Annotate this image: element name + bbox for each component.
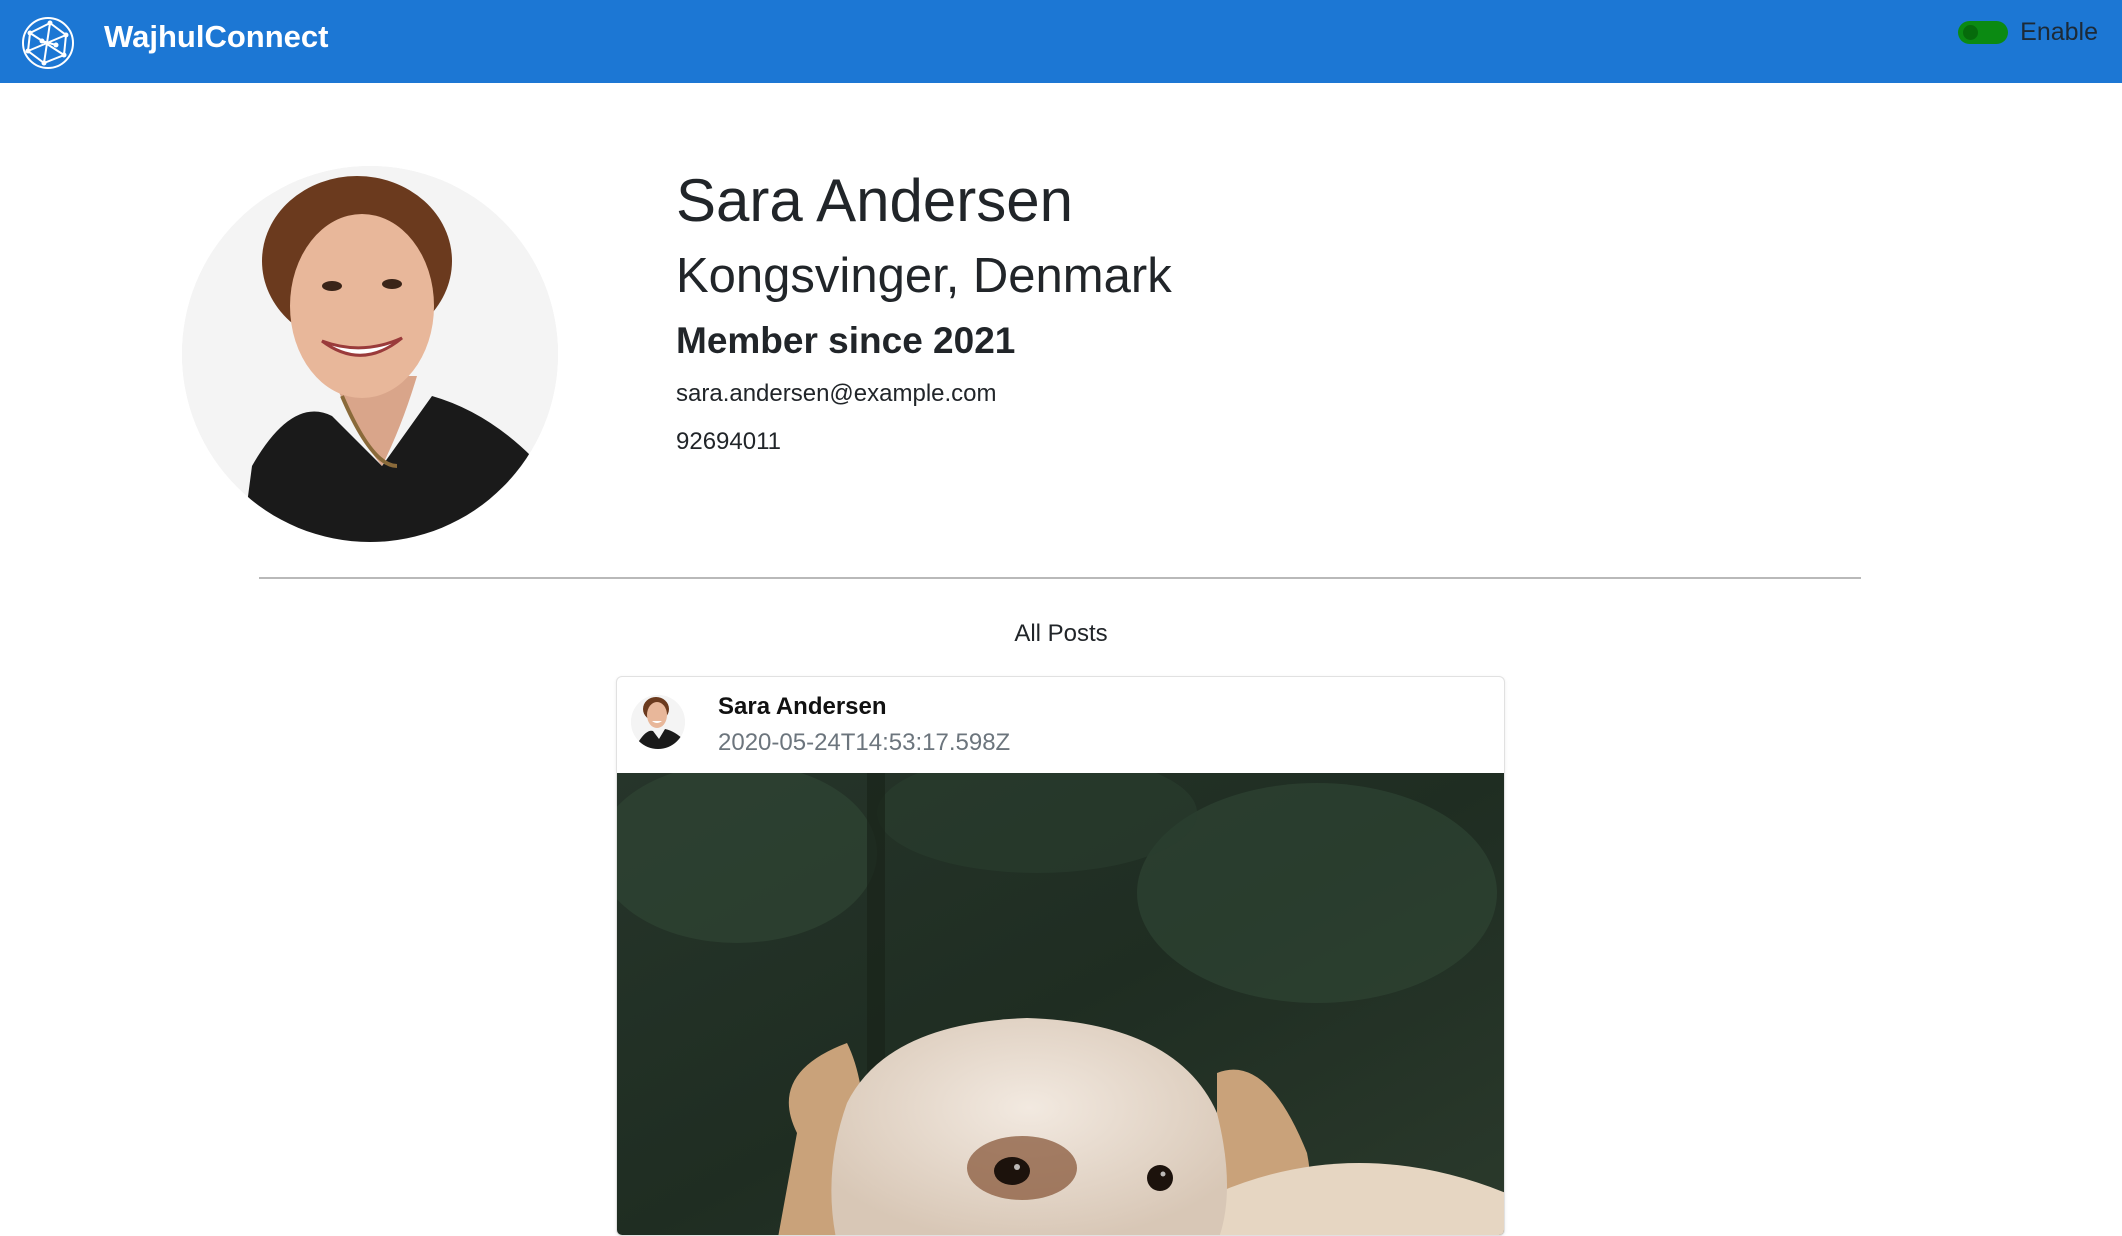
member-since: Member since 2021 — [676, 320, 1016, 361]
enable-toggle[interactable] — [1958, 20, 2009, 44]
enable-toggle-group[interactable]: Enable — [1958, 17, 2098, 47]
top-navbar: WajhulConnect Enable — [0, 0, 2122, 83]
profile-name: Sara Andersen — [676, 167, 1073, 234]
post-image[interactable] — [617, 773, 1504, 1235]
profile-email: sara.andersen@example.com — [676, 380, 997, 407]
profile-avatar — [182, 166, 558, 542]
toggle-knob — [1963, 24, 1979, 40]
profile-location: Kongsvinger, Denmark — [676, 249, 1172, 303]
enable-toggle-label[interactable]: Enable — [2020, 17, 2098, 47]
brand-name[interactable]: WajhulConnect — [104, 19, 328, 55]
post-author-photo — [631, 695, 685, 749]
post-author-name[interactable]: Sara Andersen — [718, 692, 887, 722]
profile-phone: 92694011 — [676, 428, 781, 455]
globe-network-icon[interactable] — [20, 15, 76, 71]
section-divider — [259, 577, 1861, 579]
post-author-avatar[interactable] — [631, 695, 685, 749]
post-card[interactable]: Sara Andersen 2020-05-24T14:53:17.598Z — [616, 676, 1505, 1236]
dog-photo — [617, 773, 1504, 1235]
all-posts-heading: All Posts — [1014, 620, 1108, 647]
post-timestamp: 2020-05-24T14:53:17.598Z — [718, 729, 1011, 756]
profile-photo — [182, 166, 558, 542]
